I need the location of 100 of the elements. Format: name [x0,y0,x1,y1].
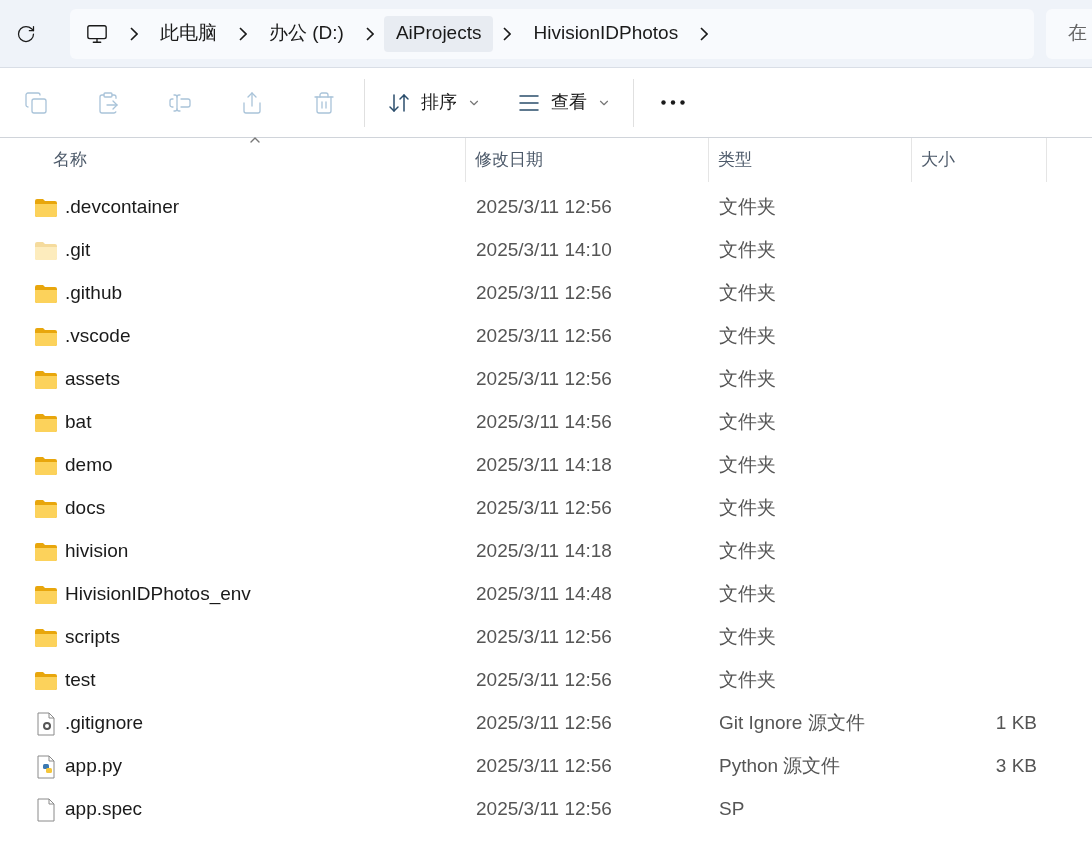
share-icon [240,90,264,115]
folder-icon [34,627,58,648]
column-label: 大小 [921,149,955,172]
type-cell-text: Python 源文件 [718,754,842,779]
file-row[interactable]: HivisionIDPhotos_env 2025/3/11 14:48 文件夹 [0,573,1092,616]
file-name: bat [65,410,92,435]
file-row[interactable]: .git 2025/3/11 14:10 文件夹 [0,229,1092,272]
file-row[interactable]: hivision 2025/3/11 14:18 文件夹 [0,530,1092,573]
size-cell: 3 KB [995,755,1037,777]
date-cell-text: 2025/3/11 14:56 [475,410,613,435]
folder-icon [34,197,58,218]
folder-icon [34,412,58,433]
file-name: HivisionIDPhotos_env [65,582,251,607]
computer-icon [86,22,108,45]
date-cell-text: 2025/3/11 12:56 [475,668,613,693]
file-name: app.py [65,754,123,779]
type-cell-text: 文件夹 [718,625,777,650]
folder-icon [34,283,58,304]
file-name: assets [65,367,120,392]
file-row[interactable]: scripts 2025/3/11 12:56 文件夹 [0,616,1092,659]
file-name: scripts [65,625,120,650]
date-cell-text: 2025/3/11 12:56 [475,324,613,349]
column-label: 类型 [718,149,752,172]
folder-icon [34,670,58,691]
type-cell-text: 文件夹 [718,324,777,349]
date-cell-text: 2025/3/11 14:18 [475,453,613,478]
type-cell-text: Git Ignore 源文件 [718,711,866,736]
type-cell-text: SP [718,797,746,822]
type-cell-text: 文件夹 [718,367,777,392]
type-cell-text: 文件夹 [718,496,777,521]
file-row[interactable]: app.py 2025/3/11 12:56 Python 源文件 3 KB [0,745,1092,788]
column-header[interactable]: 类型 [709,138,912,182]
paste-icon [96,90,120,115]
breadcrumb-item[interactable]: 此电脑 [148,15,229,52]
file-name: .vscode [65,324,131,349]
file-row[interactable]: demo 2025/3/11 14:18 文件夹 [0,444,1092,487]
file-row[interactable]: test 2025/3/11 12:56 文件夹 [0,659,1092,702]
folder-icon [34,326,58,347]
chevron-icon [503,26,512,41]
type-cell-text: 文件夹 [718,582,777,607]
file-row[interactable]: .gitignore 2025/3/11 12:56 Git Ignore 源文件 1 KB [0,702,1092,745]
folder-icon [34,498,58,519]
size-cell: 1 KB [995,712,1037,734]
python-file-icon [37,754,55,779]
copy-icon [24,90,48,115]
type-cell-text: 文件夹 [718,238,777,263]
chevron-icon [700,26,709,41]
date-cell-text: 2025/3/11 12:56 [475,281,613,306]
column-header[interactable]: 修改日期 [466,138,709,182]
column-label: 修改日期 [475,149,543,172]
date-cell-text: 2025/3/11 12:56 [475,625,613,650]
breadcrumb-item[interactable]: 办公 (D:) [257,15,356,52]
file-row[interactable]: app.spec 2025/3/11 12:56 SP [0,788,1092,831]
file-row[interactable]: .vscode 2025/3/11 12:56 文件夹 [0,315,1092,358]
file-name: .github [65,281,123,306]
sort-button[interactable]: 排序 [369,78,499,127]
file-row[interactable]: .github 2025/3/11 12:56 文件夹 [0,272,1092,315]
date-cell-text: 2025/3/11 12:56 [475,711,613,736]
date-cell-text: 2025/3/11 14:48 [475,582,613,607]
date-cell-text: 2025/3/11 12:56 [475,496,613,521]
date-cell-text: 2025/3/11 12:56 [475,797,613,822]
type-cell-text: 文件夹 [718,539,777,564]
type-cell-text: 文件夹 [718,410,777,435]
chevron-icon [365,26,374,41]
file-name: docs [65,496,106,521]
file-name: test [65,668,96,693]
type-cell-text: 文件夹 [718,195,777,220]
file-name: hivision [65,539,129,564]
type-cell-text: 文件夹 [718,281,777,306]
file-row[interactable]: docs 2025/3/11 12:56 文件夹 [0,487,1092,530]
file-name: .devcontainer [65,195,180,220]
breadcrumb-item[interactable]: AiProjects [383,15,494,52]
chevron-icon [130,26,138,41]
date-cell-text: 2025/3/11 12:56 [475,754,613,779]
file-row[interactable]: bat 2025/3/11 14:56 文件夹 [0,401,1092,444]
file-name: demo [65,453,113,478]
column-header[interactable]: 名称 [0,138,466,182]
date-cell-text: 2025/3/11 12:56 [475,367,613,392]
view-button[interactable]: 查看 [499,78,629,127]
file-name: .git [65,238,91,263]
search-field[interactable]: 在 [1046,8,1092,59]
folder-icon [34,584,58,605]
folder-icon [34,240,58,261]
file-name: .gitignore [65,711,144,736]
file-row[interactable]: .devcontainer 2025/3/11 12:56 文件夹 [0,186,1092,229]
gear-file-icon [37,711,55,736]
date-cell-text: 2025/3/11 14:18 [475,539,613,564]
type-cell-text: 文件夹 [718,453,777,478]
address-bar[interactable]: 此电脑 办公 (D:) AiProjects HivisionIDPhotos [70,8,1034,59]
breadcrumb-item[interactable]: HivisionIDPhotos [521,15,691,52]
refresh-icon [16,23,36,44]
file-icon [37,797,55,822]
folder-icon [34,541,58,562]
file-row[interactable]: assets 2025/3/11 12:56 文件夹 [0,358,1092,401]
chevron-icon [239,26,247,41]
more-icon [661,100,685,105]
date-cell-text: 2025/3/11 14:10 [475,238,613,263]
date-cell-text: 2025/3/11 12:56 [475,195,613,220]
folder-icon [34,455,58,476]
column-header[interactable]: 大小 [912,138,1047,182]
